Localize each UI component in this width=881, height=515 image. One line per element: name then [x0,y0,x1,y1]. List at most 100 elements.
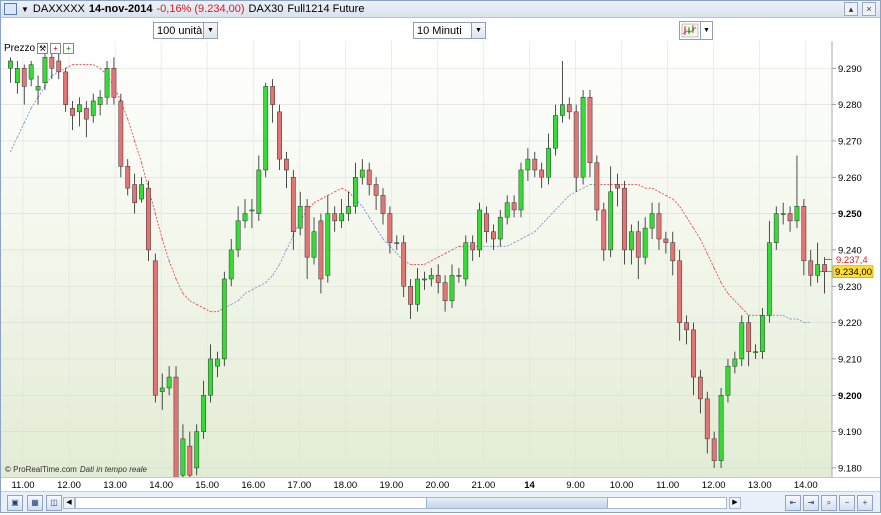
moving-average-segment [189,300,197,305]
scroll-track[interactable] [75,497,727,509]
y-tick-label: 9.220 [838,318,862,329]
moving-average-segment [658,191,667,196]
candle-body [297,206,303,229]
moving-average-segment [679,206,687,218]
instrument-name[interactable]: DAXXXXX [33,3,85,15]
scroll-left-icon[interactable]: ◀ [63,497,75,509]
moving-average-segment [506,242,515,247]
candle [711,431,717,468]
x-tick-label: 15.00 [195,480,219,491]
watermark: © ProRealTime.com Dati in tempo reale [5,465,147,474]
candle-body [97,97,103,105]
units-select[interactable]: 100 unità ▼ [153,22,218,39]
candle-body [318,220,324,280]
price-chart[interactable]: 9.2909.2809.2709.2609.2509.2409.2309.220… [1,41,880,477]
chart-toolbar: 100 unità ▼ 10 Minuti ▼ ▼ [1,18,880,41]
candle-body [77,104,82,113]
candle [83,100,89,138]
y-tick-label: 9.290 [838,64,862,75]
candle [373,177,379,210]
session-date: 14-nov-2014 [88,3,153,15]
panel-label: Prezzo [4,42,36,54]
moving-average-segment [231,300,239,305]
x-tick-label: 21.00 [472,480,496,491]
candle [325,195,331,283]
y-tick-label: 9.180 [838,463,862,474]
candle [732,351,738,374]
candle-body [518,169,524,211]
candle [8,57,13,83]
title-bar: ▼ DAXXXXX 14-nov-2014 -0,16% (9.234,00) … [1,1,880,18]
candle [594,155,600,221]
candle-body [546,147,551,178]
candle-body [566,104,572,113]
candle-body [132,184,138,203]
candle-body [697,376,703,400]
moving-average-segment [651,187,660,193]
candle-body [277,111,282,160]
candle-body [159,387,165,392]
candle [739,315,745,367]
fit-right-icon[interactable]: ⇥ [803,495,819,511]
moving-average-segment [313,198,322,204]
x-tick-label: 18.00 [333,480,357,491]
candle-body [732,358,738,367]
units-select-value: 100 unità [157,24,203,37]
candle [194,424,200,476]
candle-body [663,238,669,243]
chevron-down-icon[interactable]: ▼ [203,23,217,38]
moving-average-segment [713,267,722,283]
candle [608,166,614,258]
candle [470,235,476,261]
add-panel-icon[interactable]: + [63,42,75,54]
candle [677,249,683,341]
chart-type-select[interactable]: ▼ [679,21,713,40]
candle-body [649,213,655,229]
add-indicator-icon[interactable]: + [50,42,62,54]
moving-average-segment [727,293,736,302]
candle-body [753,351,758,353]
candle [332,206,338,232]
grid-icon[interactable]: ▦ [27,495,43,511]
candle [256,155,262,221]
candle-body [746,322,752,352]
zoom-in-icon[interactable]: + [857,495,873,511]
wrench-icon[interactable]: ⚒ [37,42,49,54]
chevron-down-icon[interactable]: ▼ [700,22,712,39]
x-axis[interactable]: 11.00 12.00 13.00 14.00 15.00 16.00 17.00 18.00… [1,477,880,492]
candle-body [580,97,586,178]
layout-icon[interactable]: ◫ [46,495,62,511]
candle [435,264,441,294]
candle [553,104,558,156]
candle [484,206,489,243]
zoom-fit-icon[interactable]: ⌕ [821,495,837,511]
candle [70,100,75,131]
candle-body [125,166,131,189]
candle-body [815,264,821,276]
screenshot-icon[interactable]: ▣ [7,495,23,511]
y-tick-label: 9.250 [838,209,862,220]
candle [697,369,703,414]
instrument-icon[interactable] [4,3,17,15]
scroll-right-icon[interactable]: ▶ [729,497,741,509]
candle-body [718,395,724,461]
candle-body [532,158,538,171]
candle-body [311,231,317,258]
zoom-out-icon[interactable]: − [839,495,855,511]
close-icon[interactable]: × [862,2,876,16]
candle [635,220,641,279]
candle-body [235,220,241,251]
candle [656,202,662,250]
minimize-icon[interactable]: ▴ [844,2,858,16]
fit-left-icon[interactable]: ⇤ [785,495,801,511]
moving-average-segment [575,187,584,193]
scroll-thumb[interactable] [426,498,608,508]
candle [125,159,131,196]
candle-body [152,260,158,396]
moving-average-segment [334,187,342,193]
candle-body [684,322,689,331]
instrument-menu-arrow-icon[interactable]: ▼ [21,5,29,14]
timeframe-select[interactable]: 10 Minuti ▼ [413,22,486,39]
chevron-down-icon[interactable]: ▼ [471,23,485,38]
candle-body [635,231,641,258]
